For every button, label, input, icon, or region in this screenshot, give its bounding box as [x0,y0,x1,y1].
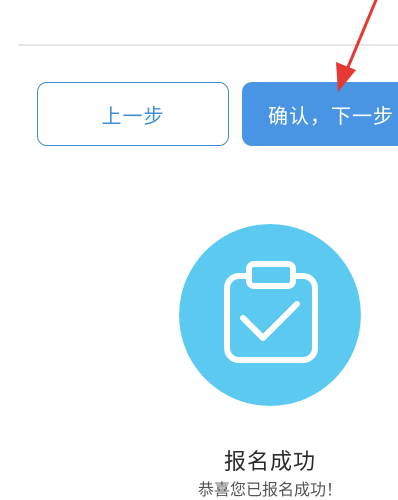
success-title: 报名成功 [223,450,316,475]
success-subtitle: 恭喜您已报名成功！ [197,480,342,499]
success-badge [179,224,361,406]
header-divider [18,44,398,46]
red-arrow-icon [336,0,378,92]
confirm-next-step-label: 确认，下一步 [268,103,394,128]
confirm-next-step-button[interactable]: 确认，下一步 [242,82,398,146]
previous-step-label: 上一步 [101,103,165,128]
previous-step-button[interactable]: 上一步 [37,82,229,146]
